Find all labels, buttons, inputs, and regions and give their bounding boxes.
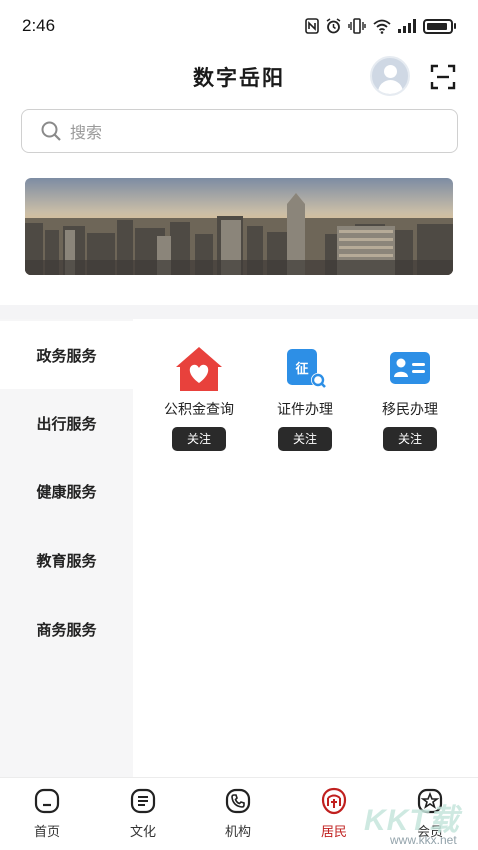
watermark-url: www.kkx.net — [390, 833, 457, 847]
follow-button[interactable]: 关注 — [278, 427, 332, 451]
category-item-health[interactable]: 健康服务 — [0, 457, 133, 525]
category-item-travel[interactable]: 出行服务 — [0, 389, 133, 457]
status-icons — [305, 18, 456, 34]
nav-label: 首页 — [33, 825, 60, 840]
category-item-business[interactable]: 商务服务 — [0, 595, 133, 663]
home-icon — [34, 788, 60, 814]
status-time: 2:46 — [22, 16, 56, 35]
nav-label: 居民 — [320, 825, 347, 840]
follow-button[interactable]: 关注 — [172, 427, 226, 451]
app-header: 数字岳阳 — [0, 52, 478, 102]
wifi-icon — [373, 19, 391, 34]
phone-icon — [225, 788, 251, 814]
service-housing-fund[interactable]: 公积金查询 关注 — [149, 345, 249, 451]
city-skyline-image[interactable] — [25, 178, 453, 275]
scan-icon[interactable] — [430, 64, 456, 90]
housing-fund-icon — [176, 347, 222, 391]
search-input[interactable]: 搜索 — [21, 109, 458, 153]
service-label: 证件办理 — [277, 402, 333, 418]
id-card-icon — [390, 352, 430, 384]
banner-art — [25, 178, 453, 275]
alarm-icon — [326, 18, 341, 34]
nfc-icon — [305, 18, 319, 34]
watermark: KKT载 www.kkx.net — [360, 795, 478, 850]
culture-icon — [130, 788, 156, 814]
service-immigration[interactable]: 移民办理 关注 — [360, 345, 460, 451]
service-certificate[interactable]: 征 证件办理 关注 — [255, 345, 355, 451]
service-panel: 公积金查询 关注 征 证件办理 关注 移民办理 关注 — [133, 319, 478, 777]
nav-item-resident[interactable]: 居民 — [304, 786, 364, 840]
search-placeholder: 搜索 — [70, 123, 103, 142]
nav-item-institution[interactable]: 机构 — [208, 786, 268, 840]
category-item-gov[interactable]: 政务服务 — [0, 321, 133, 389]
service-label: 公积金查询 — [164, 402, 234, 418]
status-bar: 2:46 — [0, 0, 478, 52]
battery-tip — [454, 23, 456, 29]
svg-text:征: 征 — [295, 361, 308, 377]
nav-item-culture[interactable]: 文化 — [113, 786, 173, 840]
search-icon — [41, 121, 61, 141]
signal-icon — [398, 19, 416, 33]
certificate-icon: 征 — [287, 349, 326, 388]
avatar-head — [384, 65, 397, 78]
follow-button[interactable]: 关注 — [383, 427, 437, 451]
user-avatar-icon[interactable] — [370, 56, 410, 96]
vibrate-icon — [348, 18, 366, 34]
nav-label: 文化 — [129, 825, 156, 840]
category-sidebar: 政务服务 出行服务 健康服务 教育服务 商务服务 — [0, 319, 133, 777]
avatar-body — [378, 80, 403, 94]
service-label: 移民办理 — [382, 402, 438, 418]
category-item-education[interactable]: 教育服务 — [0, 526, 133, 594]
section-divider — [0, 305, 478, 319]
battery-icon — [423, 18, 453, 34]
nav-label: 机构 — [224, 825, 251, 840]
nav-item-home[interactable]: 首页 — [17, 786, 77, 840]
resident-icon — [321, 787, 347, 815]
